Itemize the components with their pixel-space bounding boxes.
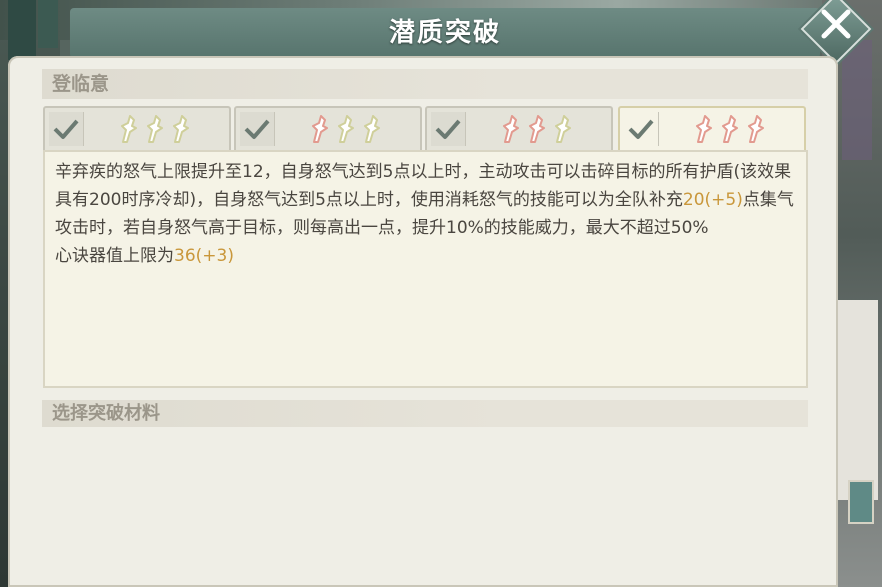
window-title: 潜质突破 xyxy=(388,18,501,48)
description-text: 辛弃疾的怒气上限提升至12，自身怒气达到5点以上时，主动攻击可以击碎目标的所有护… xyxy=(55,162,792,210)
feather-lit-icon xyxy=(748,115,764,143)
description-line: 攻击时，若自身怒气高于目标，则每高出一点，提升10%的技能威力，最大不超过50% xyxy=(55,218,709,238)
feather-lit-icon xyxy=(503,115,519,143)
description-line: 心诀器值上限为36(+3) xyxy=(55,242,796,270)
highlight-value: 20(+5) xyxy=(682,190,743,210)
description-text: 心诀器值上限为 xyxy=(55,246,174,266)
effect-description: 辛弃疾的怒气上限提升至12，自身怒气达到5点以上时，主动攻击可以击碎目标的所有护… xyxy=(43,150,808,388)
stage-tab-4[interactable] xyxy=(618,106,806,152)
close-button[interactable] xyxy=(800,0,872,65)
stage-tabs xyxy=(43,106,808,152)
feather-unlit-icon xyxy=(338,115,354,143)
highlight-value: 36(+3) xyxy=(174,246,234,266)
materials-heading: 选择突破材料 xyxy=(42,400,808,427)
close-x-icon xyxy=(821,9,851,39)
feather-unlit-icon xyxy=(147,115,163,143)
gem-row xyxy=(692,114,792,144)
background-banner xyxy=(38,0,58,48)
feather-unlit-icon xyxy=(555,115,571,143)
feather-lit-icon xyxy=(529,115,545,143)
check-icon xyxy=(240,112,275,146)
stage-tab-2[interactable] xyxy=(234,106,422,150)
background-decoration xyxy=(848,480,874,524)
check-icon xyxy=(49,112,84,146)
gem-row xyxy=(499,114,599,144)
check-icon xyxy=(431,112,466,146)
feather-unlit-icon xyxy=(121,115,137,143)
stage-tab-3[interactable] xyxy=(425,106,613,150)
feather-lit-icon xyxy=(312,115,328,143)
background-decoration xyxy=(832,300,878,500)
gem-row xyxy=(117,114,217,144)
background-decoration xyxy=(842,40,872,160)
title-bar: 潜质突破 xyxy=(70,8,820,61)
feather-lit-icon xyxy=(722,115,738,143)
feather-unlit-icon xyxy=(173,115,189,143)
description-text: 点集气 xyxy=(742,190,794,210)
background-banner xyxy=(8,0,36,60)
description-line: 辛弃疾的怒气上限提升至12，自身怒气达到5点以上时，主动攻击可以击碎目标的所有护… xyxy=(55,158,796,214)
feather-lit-icon xyxy=(696,115,712,143)
feather-unlit-icon xyxy=(364,115,380,143)
potential-name-heading: 登临意 xyxy=(42,69,808,99)
stage-tab-1[interactable] xyxy=(43,106,231,150)
gem-row xyxy=(308,114,408,144)
check-icon xyxy=(624,112,659,146)
